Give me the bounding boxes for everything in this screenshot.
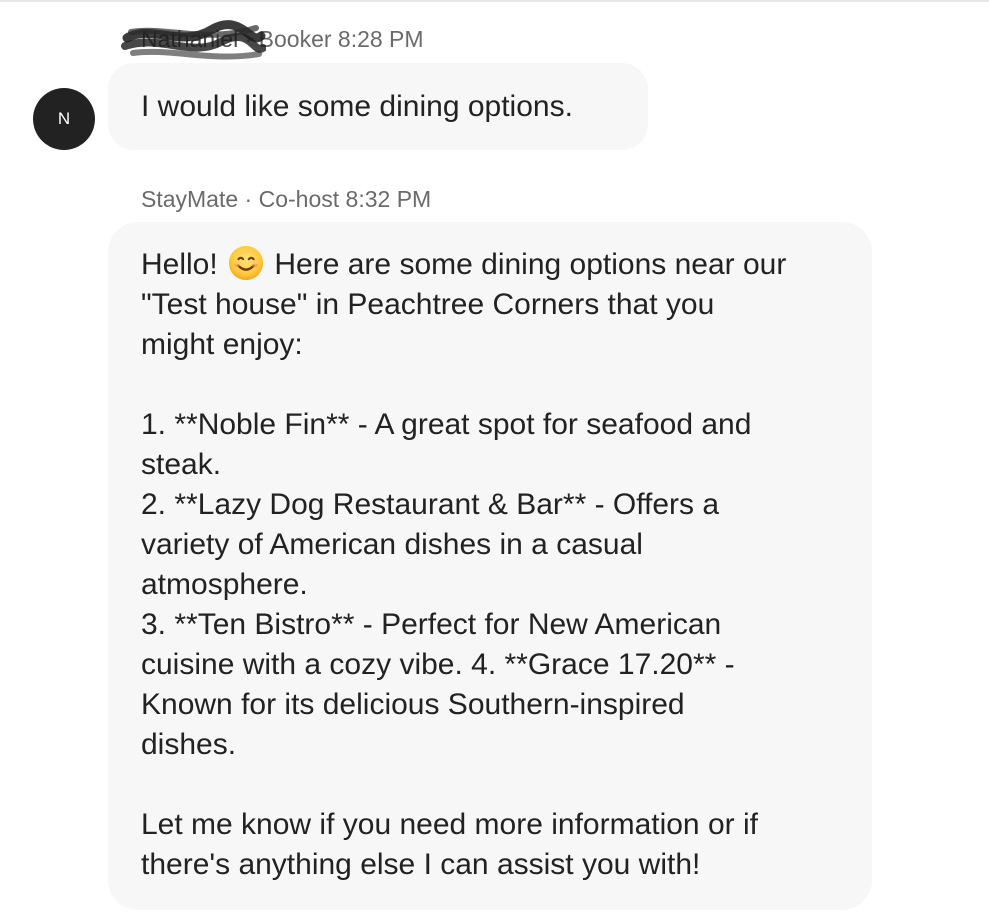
message-line: cuisine with a cozy vibe. 4. **Grace 17.… <box>141 648 735 681</box>
top-divider <box>0 0 989 2</box>
message-line: Let me know if you need more information… <box>141 808 758 841</box>
smiling-face-icon <box>228 245 264 281</box>
message-line: 1. **Noble Fin** - A great spot for seaf… <box>141 408 752 441</box>
header-separator: · <box>244 26 253 52</box>
message-text: Hello! Here are some dining options near… <box>141 244 852 885</box>
message-line: steak. <box>141 448 222 481</box>
message-time: 8:28 PM <box>337 26 424 52</box>
message-line: Hello! Here are some dining options near… <box>141 244 852 285</box>
avatar[interactable]: N <box>33 88 95 150</box>
message-header: StayMate · Co-host 8:32 PM <box>141 184 431 214</box>
sender-name: StayMate <box>141 186 239 212</box>
message-line: 2. **Lazy Dog Restaurant & Bar** - Offer… <box>141 488 720 521</box>
message-line: might enjoy: <box>141 328 303 361</box>
message-bubble: Hello! Here are some dining options near… <box>108 222 872 910</box>
avatar-initial: N <box>57 109 71 128</box>
message-line: atmosphere. <box>141 568 308 601</box>
message-line: "Test house" in Peachtree Corners that y… <box>141 288 715 321</box>
sender-role: Booker <box>258 26 332 52</box>
message-text: I would like some dining options. <box>141 90 573 123</box>
message-line: Known for its delicious Southern-inspire… <box>141 688 685 721</box>
sender-role: Co-host <box>258 186 340 212</box>
message-line: 3. **Ten Bistro** - Perfect for New Amer… <box>141 608 722 641</box>
message-bubble: I would like some dining options. <box>108 63 648 150</box>
header-separator: · <box>244 186 253 212</box>
message-line-text: Here are some dining options near our <box>274 248 787 281</box>
sender-name-text: Nathaniel <box>141 26 239 52</box>
message-line: variety of American dishes in a casual <box>141 528 643 561</box>
sender-name: Nathaniel <box>121 20 266 60</box>
message-header: Nathaniel · Booker 8:28 PM <box>121 20 424 60</box>
message-line: there's anything else I can assist you w… <box>141 848 701 881</box>
greeting-text: Hello! <box>141 248 218 281</box>
message-line: dishes. <box>141 728 237 761</box>
message-time: 8:32 PM <box>345 186 432 212</box>
